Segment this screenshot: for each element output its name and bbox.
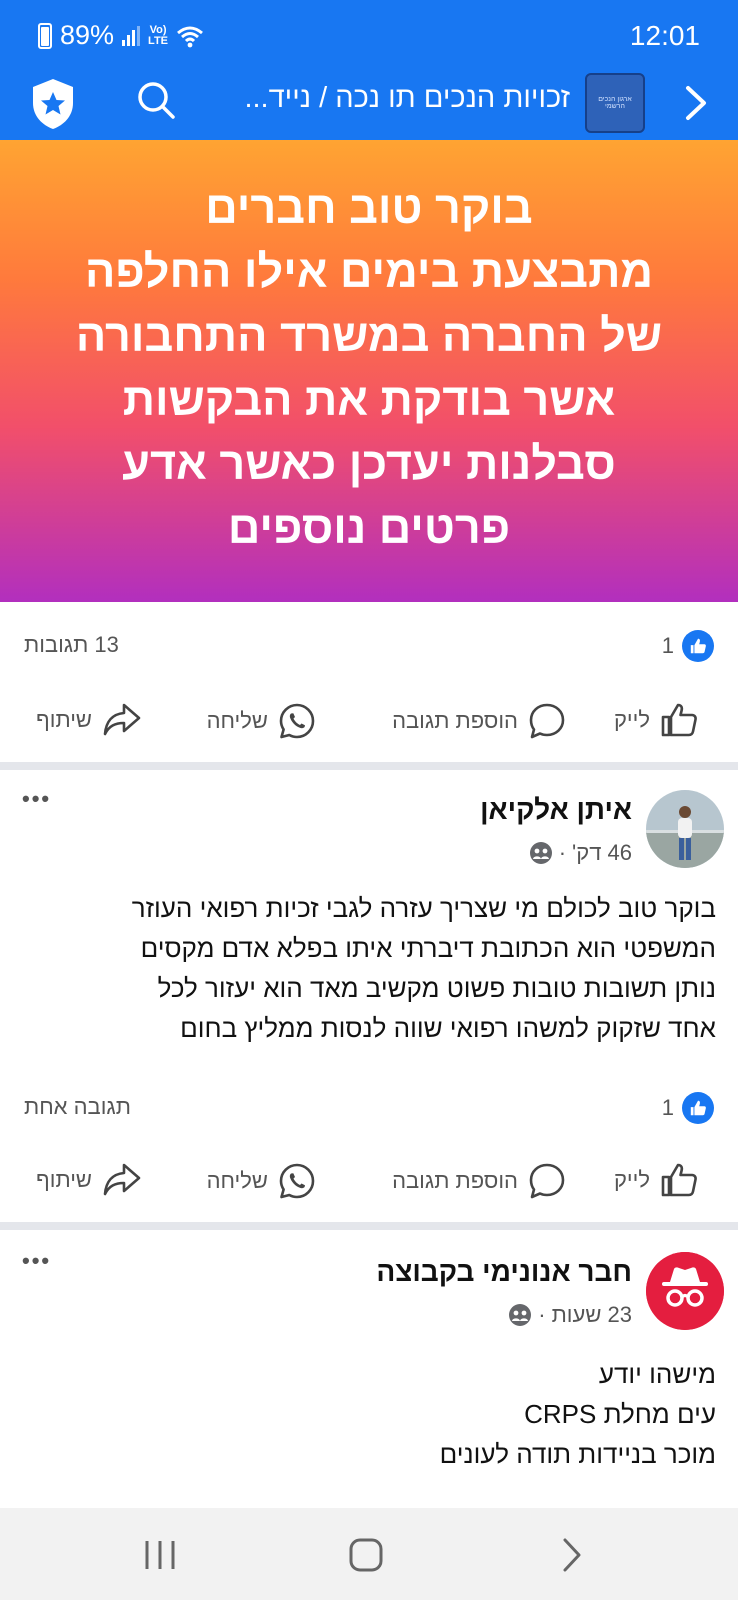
banner-line: של החברה במשרד התחבורה bbox=[75, 310, 663, 361]
more-options-button[interactable]: ••• bbox=[22, 1248, 51, 1274]
like-button[interactable]: לייק bbox=[614, 702, 698, 738]
post-meta: 46 דק' · bbox=[529, 840, 632, 866]
post-actions: לייק הוספת תגובה שליחה שיתוף bbox=[0, 1150, 738, 1210]
post-stats: 1 13 תגובות bbox=[0, 626, 738, 666]
like-label: לייק bbox=[613, 707, 650, 732]
meta-separator: · bbox=[558, 840, 567, 865]
author-name[interactable]: חבר אנונימי בקבוצה bbox=[376, 1256, 632, 1288]
send-label: שליחה bbox=[206, 708, 268, 733]
post-text-line: נותן תשובות טובות פשוט מקשיב מאד הוא יעז… bbox=[157, 973, 716, 1003]
signal-icon bbox=[122, 25, 141, 46]
post-time[interactable]: 46 דק' bbox=[572, 840, 632, 866]
chevron-right-icon[interactable] bbox=[676, 78, 716, 128]
post-card: איתן אלקיאן 46 דק' · ••• בוקר טוב לכולם … bbox=[0, 770, 738, 1222]
comments-count[interactable]: תגובה אחת bbox=[24, 1094, 131, 1120]
share-button[interactable]: שיתוף bbox=[36, 1162, 142, 1198]
comments-count[interactable]: 13 תגובות bbox=[24, 632, 119, 658]
group-audience-icon bbox=[509, 1304, 532, 1326]
group-thumbnail[interactable]: ארגון הנכים הרשמי bbox=[585, 73, 645, 133]
post-text: מישהו יודע עים מחלת CRPS מוכר בניידות תו… bbox=[16, 1354, 716, 1474]
post-text: בוקר טוב לכולם מי שצריך עזרה לגבי זכיות … bbox=[16, 888, 716, 1048]
like-count: 1 bbox=[661, 633, 674, 658]
meta-separator: · bbox=[538, 1302, 546, 1327]
post-text-line: מישהו יודע bbox=[598, 1359, 716, 1389]
anonymous-avatar-icon[interactable] bbox=[646, 1252, 724, 1330]
like-label: לייק bbox=[613, 1167, 650, 1192]
group-title[interactable]: זכויות הנכים תו נכה / נייד... bbox=[206, 82, 570, 115]
like-count: 1 bbox=[661, 1095, 674, 1120]
share-label: שיתוף bbox=[36, 707, 92, 732]
divider bbox=[0, 1222, 738, 1230]
post-meta: 23 שעות · bbox=[508, 1302, 632, 1328]
like-button[interactable]: לייק bbox=[614, 1162, 698, 1198]
post-stats: 1 תגובה אחת bbox=[0, 1088, 738, 1128]
shield-star-icon[interactable] bbox=[28, 76, 78, 132]
wifi-icon bbox=[177, 26, 203, 47]
send-label: שליחה bbox=[206, 1168, 268, 1193]
whatsapp-icon bbox=[279, 1163, 315, 1199]
post-footer: 1 13 תגובות לייק הוספת תגובה שליחה שיתוף bbox=[0, 602, 738, 762]
comment-bubble-icon bbox=[529, 703, 565, 739]
reactions-summary[interactable]: 1 bbox=[662, 1092, 714, 1124]
post-text-line: עים מחלת CRPS bbox=[524, 1399, 716, 1429]
post-time[interactable]: 23 שעות bbox=[552, 1302, 632, 1328]
avatar[interactable] bbox=[646, 790, 724, 868]
share-arrow-icon bbox=[103, 1163, 141, 1196]
comment-label: הוספת תגובה bbox=[392, 708, 518, 733]
comment-button[interactable]: הוספת תגובה bbox=[392, 702, 566, 740]
banner-line: אשר בודקת את הבקשות bbox=[122, 374, 616, 425]
back-icon[interactable] bbox=[549, 1532, 595, 1578]
post-banner[interactable]: בוקר טוב חברים מתבצעת בימים אילו החלפה ש… bbox=[0, 140, 738, 602]
divider bbox=[0, 762, 738, 770]
thumbs-up-icon bbox=[661, 703, 697, 737]
clock: 12:01 bbox=[629, 20, 700, 51]
system-nav-bar bbox=[0, 1508, 738, 1600]
battery-icon bbox=[38, 22, 52, 49]
volte-icon: Vo) LTE bbox=[148, 23, 169, 47]
whatsapp-icon bbox=[279, 703, 315, 739]
comment-label: הוספת תגובה bbox=[392, 1168, 518, 1193]
reactions-summary[interactable]: 1 bbox=[662, 630, 714, 662]
app-bar: זכויות הנכים תו נכה / נייד... ארגון הנכי… bbox=[0, 70, 738, 140]
thumbs-up-icon bbox=[661, 1163, 697, 1197]
search-icon[interactable] bbox=[134, 78, 178, 122]
more-options-button[interactable]: ••• bbox=[22, 786, 51, 812]
like-reaction-icon bbox=[682, 630, 714, 662]
post-text-line: אחד שזקוק למשהו רפואי שווה לנסות ממליץ ב… bbox=[180, 1013, 716, 1043]
comment-button[interactable]: הוספת תגובה bbox=[392, 1162, 566, 1200]
group-audience-icon bbox=[529, 842, 552, 864]
battery-level: 89% bbox=[60, 20, 115, 50]
share-button[interactable]: שיתוף bbox=[36, 702, 142, 738]
send-button[interactable]: שליחה bbox=[207, 702, 316, 740]
home-icon[interactable] bbox=[343, 1532, 389, 1578]
comment-bubble-icon bbox=[529, 1163, 565, 1199]
banner-line: פרטים נוספים bbox=[227, 502, 511, 553]
like-reaction-icon bbox=[682, 1092, 714, 1124]
banner-line: סבלנות יעדכן כאשר אדע bbox=[122, 438, 616, 489]
post-text-line: בוקר טוב לכולם מי שצריך עזרה לגבי זכיות … bbox=[131, 893, 716, 923]
send-button[interactable]: שליחה bbox=[207, 1162, 316, 1200]
share-label: שיתוף bbox=[36, 1167, 92, 1192]
author-name[interactable]: איתן אלקיאן bbox=[480, 794, 632, 826]
post-actions: לייק הוספת תגובה שליחה שיתוף bbox=[0, 690, 738, 750]
recent-apps-icon[interactable] bbox=[137, 1532, 183, 1578]
banner-line: מתבצעת בימים אילו החלפה bbox=[84, 246, 654, 297]
share-arrow-icon bbox=[103, 703, 141, 736]
status-indicators: 89% Vo) LTE bbox=[38, 20, 204, 51]
post-text-line: המשפטי הוא הכתובת דיברתי איתו בפלא אדם מ… bbox=[140, 933, 716, 963]
banner-line: בוקר טוב חברים bbox=[205, 182, 533, 233]
post-text-line: מוכר בניידות תודה לעונים bbox=[439, 1439, 716, 1469]
status-bar: 89% Vo) LTE 12:01 bbox=[0, 0, 738, 70]
post-card: חבר אנונימי בקבוצה 23 שעות · ••• מישהו י… bbox=[0, 1230, 738, 1508]
